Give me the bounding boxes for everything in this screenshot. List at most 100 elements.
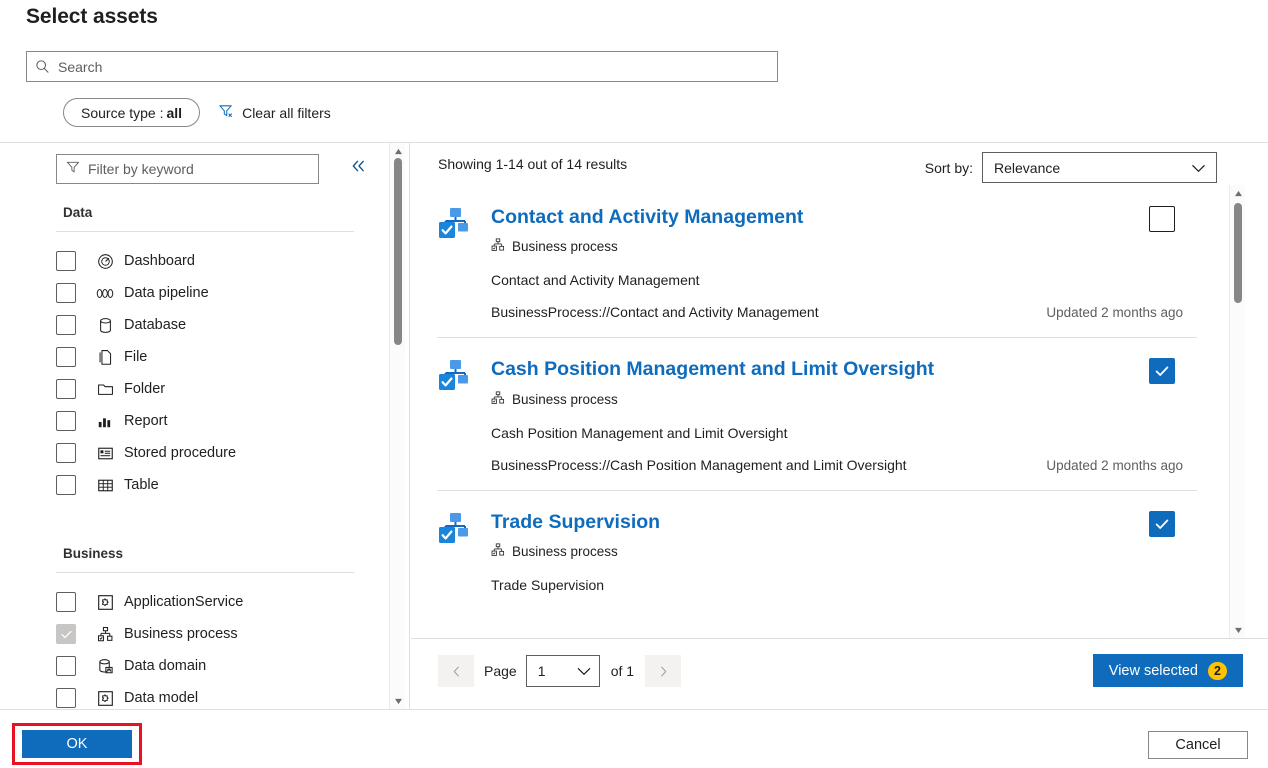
filter-option-data-model[interactable]: Data model — [56, 682, 356, 709]
filter-checkbox-business-process[interactable] — [56, 624, 76, 644]
filter-checkbox-file[interactable] — [56, 347, 76, 367]
page-label: Page — [484, 663, 517, 679]
scroll-up-arrow-icon[interactable] — [390, 143, 406, 159]
filter-group-title-business: Business — [63, 546, 123, 561]
source-type-filter-pill[interactable]: Source type : all — [63, 98, 200, 127]
chevron-down-icon — [577, 663, 591, 679]
filter-option-stored-procedure[interactable]: Stored procedure — [56, 437, 356, 469]
scroll-down-arrow-icon[interactable] — [1230, 622, 1246, 638]
page-number-select[interactable]: 1 — [526, 655, 600, 687]
stored-procedure-icon — [96, 444, 114, 462]
result-title-link[interactable]: Contact and Activity Management — [491, 207, 803, 228]
filter-checkbox-stored-procedure[interactable] — [56, 443, 76, 463]
sort-by-value: Relevance — [994, 160, 1060, 176]
search-input[interactable]: Search — [26, 51, 778, 82]
chevron-down-icon — [1191, 160, 1206, 176]
business-process-type-icon — [491, 543, 505, 560]
result-type: Business process — [491, 238, 1197, 255]
result-select-checkbox[interactable] — [1149, 206, 1175, 232]
result-type-label: Business process — [512, 544, 618, 559]
filter-keyword-input[interactable]: Filter by keyword — [56, 154, 319, 184]
filter-checkbox-data-domain[interactable] — [56, 656, 76, 676]
sort-control: Sort by: Relevance — [925, 152, 1217, 183]
filter-group-title-data: Data — [63, 205, 92, 220]
filter-option-label: Business process — [124, 626, 238, 642]
results-count: Showing 1-14 out of 14 results — [438, 156, 627, 172]
result-title-link[interactable]: Cash Position Management and Limit Overs… — [491, 359, 934, 380]
sort-by-select[interactable]: Relevance — [982, 152, 1217, 183]
filter-option-label: Report — [124, 413, 168, 429]
double-chevron-left-icon[interactable] — [350, 159, 367, 176]
filter-option-business-process[interactable]: Business process — [56, 618, 356, 650]
filter-option-label: Dashboard — [124, 253, 195, 269]
filter-option-label: Table — [124, 477, 159, 493]
filter-option-label: Stored procedure — [124, 445, 236, 461]
result-updated: Updated 2 months ago — [1046, 305, 1183, 320]
view-selected-button[interactable]: View selected 2 — [1093, 654, 1243, 687]
cancel-button[interactable]: Cancel — [1148, 731, 1248, 759]
sidebar-scrollbar-thumb[interactable] — [394, 158, 402, 345]
filter-option-label: Data domain — [124, 658, 206, 674]
filter-option-data-domain[interactable]: Data domain — [56, 650, 356, 682]
results-scrollbar[interactable] — [1229, 185, 1245, 638]
result-type-label: Business process — [512, 239, 618, 254]
result-select-checkbox[interactable] — [1149, 358, 1175, 384]
filter-checkbox-applicationservice[interactable] — [56, 592, 76, 612]
footer-divider — [0, 709, 1268, 710]
filter-option-data-pipeline[interactable]: Data pipeline — [56, 277, 356, 309]
filter-checkbox-dashboard[interactable] — [56, 251, 76, 271]
clear-all-filters-button[interactable]: Clear all filters — [218, 103, 331, 122]
filter-checkbox-table[interactable] — [56, 475, 76, 495]
application-service-icon — [96, 593, 114, 611]
sidebar-scrollbar[interactable] — [389, 143, 405, 709]
result-card[interactable]: Contact and Activity Management Business… — [437, 186, 1197, 338]
filter-clear-icon — [218, 103, 234, 122]
database-icon — [96, 316, 114, 334]
page-number-value: 1 — [538, 663, 546, 679]
folder-icon — [96, 380, 114, 398]
filter-option-label: Database — [124, 317, 186, 333]
result-updated: Updated 2 months ago — [1046, 458, 1183, 473]
filter-checkbox-report[interactable] — [56, 411, 76, 431]
business-process-type-icon — [491, 238, 505, 255]
chevron-left-icon[interactable] — [438, 655, 474, 687]
table-icon — [96, 476, 114, 494]
sort-by-label: Sort by: — [925, 160, 973, 176]
result-title-link[interactable]: Trade Supervision — [491, 512, 660, 533]
chevron-right-icon[interactable] — [645, 655, 681, 687]
filter-checkbox-folder[interactable] — [56, 379, 76, 399]
scroll-up-arrow-icon[interactable] — [1230, 185, 1246, 201]
filter-option-database[interactable]: Database — [56, 309, 356, 341]
results-scrollbar-thumb[interactable] — [1234, 203, 1242, 303]
result-card[interactable]: Trade Supervision Business process Trade… — [437, 491, 1197, 610]
filter-option-label: Data model — [124, 690, 198, 706]
result-qualified-name: BusinessProcess://Contact and Activity M… — [491, 304, 819, 320]
result-card[interactable]: Cash Position Management and Limit Overs… — [437, 338, 1197, 490]
result-meta-row: BusinessProcess://Cash Position Manageme… — [491, 457, 1197, 473]
filter-checkbox-database[interactable] — [56, 315, 76, 335]
business-process-asset-icon — [437, 358, 471, 392]
filter-option-report[interactable]: Report — [56, 405, 356, 437]
filter-checkbox-data-model[interactable] — [56, 688, 76, 708]
filter-option-folder[interactable]: Folder — [56, 373, 356, 405]
pagination-controls: Page 1 of 1 — [438, 655, 681, 687]
result-description: Contact and Activity Management — [491, 272, 1197, 288]
ok-button[interactable]: OK — [22, 730, 132, 758]
scroll-down-arrow-icon[interactable] — [390, 693, 406, 709]
result-description: Cash Position Management and Limit Overs… — [491, 425, 1197, 441]
filter-chip-row: Source type : all Clear all filters — [63, 98, 331, 127]
pipeline-icon — [96, 284, 114, 302]
filter-checkbox-data-pipeline[interactable] — [56, 283, 76, 303]
filter-option-applicationservice[interactable]: ApplicationService — [56, 586, 356, 618]
result-select-checkbox[interactable] — [1149, 511, 1175, 537]
page-total-label: of 1 — [611, 663, 634, 679]
data-model-icon — [96, 689, 114, 707]
report-icon — [96, 412, 114, 430]
result-description: Trade Supervision — [491, 577, 1197, 593]
filter-option-table[interactable]: Table — [56, 469, 356, 501]
filter-option-label: Folder — [124, 381, 165, 397]
filter-option-file[interactable]: File — [56, 341, 356, 373]
business-process-icon — [96, 625, 114, 643]
filter-option-dashboard[interactable]: Dashboard — [56, 245, 356, 277]
result-type-label: Business process — [512, 392, 618, 407]
